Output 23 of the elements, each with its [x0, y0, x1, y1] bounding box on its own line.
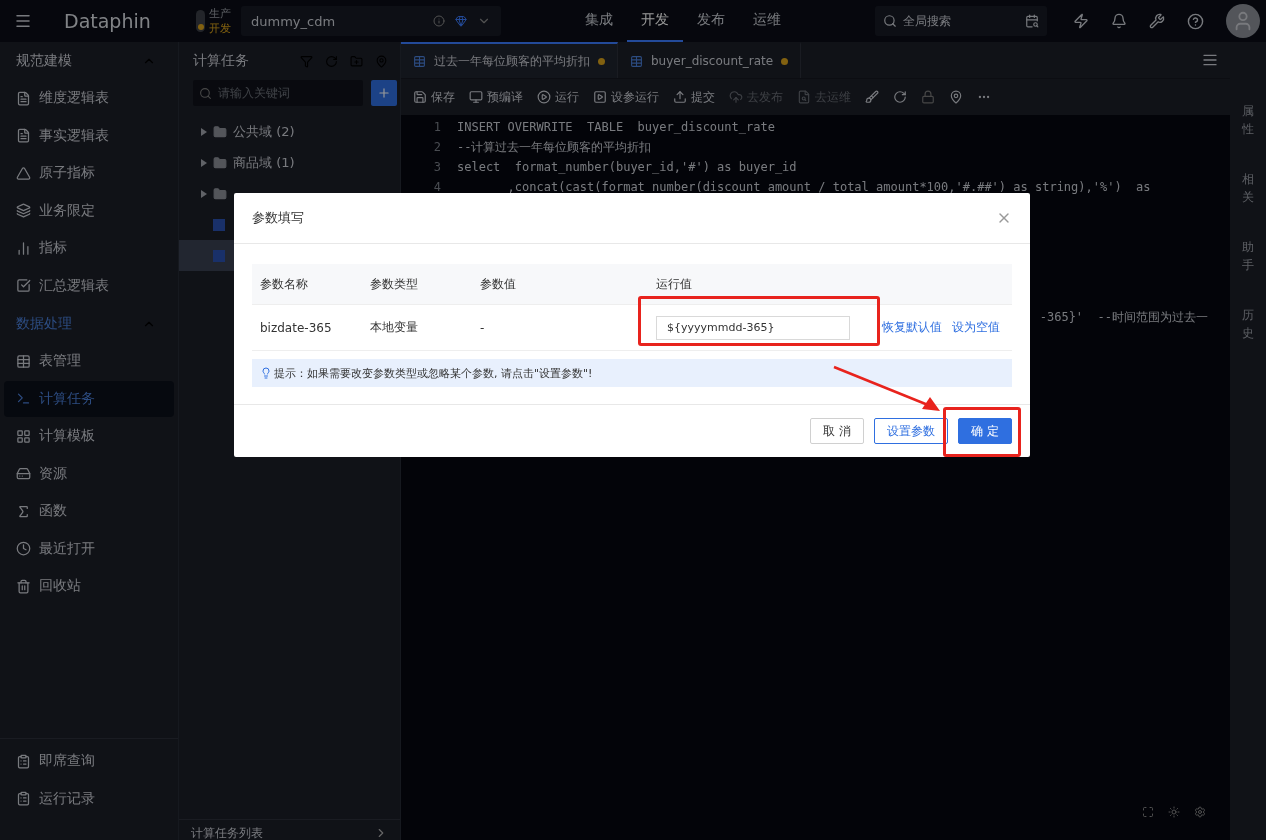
- column-header: 参数值: [480, 275, 517, 293]
- column-header: 参数类型: [370, 275, 419, 293]
- panel-footer: 计算任务列表: [191, 826, 263, 840]
- logo: Dataphin: [64, 10, 152, 32]
- line-number: 3: [432, 160, 442, 174]
- line-number: 1: [432, 120, 442, 134]
- table-cell-text: bizdate-365: [260, 320, 333, 335]
- code-line: -365}' --时间范围为过去一: [1039, 308, 1208, 326]
- column-header: 运行值: [656, 275, 693, 293]
- line-number: 2: [432, 140, 442, 154]
- tip-text: 提示：如果需要改变参数类型或忽略某个参数, 请点击"设置参数"!: [274, 365, 593, 381]
- code-line: --计算过去一年每位顾客的平均折扣: [457, 138, 652, 156]
- env-label: 生产: [209, 6, 231, 21]
- dialog-title: 参数填写: [252, 209, 304, 227]
- line-number: 4: [432, 180, 442, 194]
- env-label: 开发: [209, 21, 231, 36]
- code-line: ,concat(cast(format_number(discount_amount / total_amount*100,'#.##') as string),'%') as: [506, 180, 1151, 194]
- code-line: INSERT OVERWRITE TABLE buyer_discount_rate: [457, 120, 775, 134]
- table-cell-text: -: [480, 320, 486, 335]
- panel-title: 计算任务: [193, 52, 250, 70]
- column-header: 参数名称: [260, 275, 309, 293]
- table-cell-text: 本地变量: [370, 319, 419, 336]
- code-line: select format_number(buyer_id,'#') as buyer_id: [457, 160, 797, 174]
